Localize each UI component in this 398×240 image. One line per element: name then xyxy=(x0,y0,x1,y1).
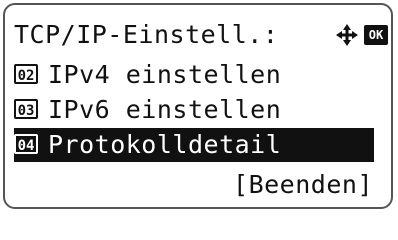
menu-item-label: IPv4 einstellen xyxy=(48,60,282,89)
menu-item-number: 03 xyxy=(14,99,38,119)
four-way-arrow-icon xyxy=(336,24,358,46)
ok-icon[interactable]: OK xyxy=(364,25,388,45)
menu-item-protocol-detail[interactable]: 04 Protokolldetail xyxy=(14,128,374,162)
lcd-screen: TCP/IP-Einstell.: OK 02 IPv4 einstellen 0… xyxy=(3,3,393,209)
screen-title: TCP/IP-Einstell.: xyxy=(14,20,279,49)
exit-button[interactable]: [Beenden] xyxy=(233,168,373,202)
menu-item-ipv6[interactable]: 03 IPv6 einstellen xyxy=(14,93,281,127)
menu-item-number: 02 xyxy=(14,64,38,84)
menu-item-label: IPv6 einstellen xyxy=(48,95,282,124)
menu-item-ipv4[interactable]: 02 IPv4 einstellen xyxy=(14,58,281,92)
menu-item-number: 04 xyxy=(14,134,38,154)
menu-item-label: Protokolldetail xyxy=(48,130,282,159)
